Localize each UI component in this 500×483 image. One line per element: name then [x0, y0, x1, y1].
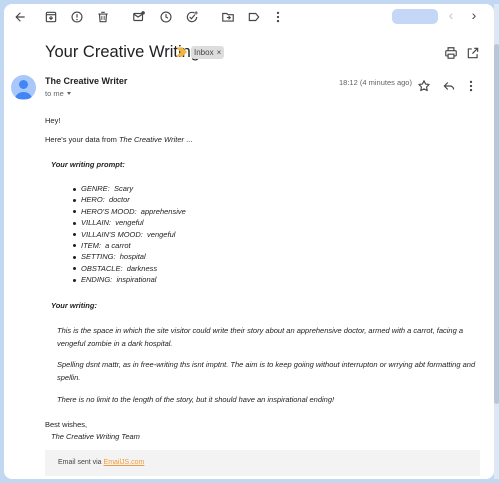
- sender-avatar[interactable]: [11, 75, 36, 100]
- add-task-icon[interactable]: [184, 9, 200, 25]
- prompt-item-label: ENDING:: [81, 275, 113, 285]
- prompt-item-label: GENRE:: [81, 184, 110, 193]
- pager-prev-icon[interactable]: ‹: [443, 7, 459, 23]
- back-arrow-icon[interactable]: [12, 9, 28, 25]
- prompt-item: HERO'S MOOD: apprehensive: [45, 206, 186, 217]
- writing-heading: Your writing:: [51, 301, 97, 310]
- prompt-item-label: HERO:: [81, 195, 105, 205]
- prompt-item: HERO: doctor: [45, 194, 186, 205]
- sender-name[interactable]: The Creative Writer: [45, 76, 127, 86]
- snooze-icon[interactable]: [158, 9, 174, 25]
- important-marker-icon[interactable]: [176, 47, 187, 57]
- prompt-item: GENRE: Scary: [45, 183, 186, 194]
- intro-line: Here's your data from The Creative Write…: [45, 135, 192, 144]
- emailjs-link[interactable]: EmailJS.com: [104, 459, 145, 466]
- prompt-item-value: inspirational: [116, 275, 157, 285]
- inbox-label: Inbox: [194, 48, 214, 57]
- subject-row: Your Creative Writing Inbox ×: [4, 38, 494, 66]
- inbox-label-chip[interactable]: Inbox ×: [191, 46, 225, 59]
- prompt-item: ITEM: a carrot: [45, 240, 186, 251]
- prompt-item-value: vengeful: [115, 218, 144, 228]
- prompt-item-label: VILLAIN:: [81, 218, 112, 228]
- prompt-item-value: vengeful: [147, 229, 176, 239]
- writing-para-1-line-1: This is the space in which the site visi…: [57, 326, 464, 335]
- recipient-details[interactable]: to me: [45, 89, 71, 98]
- intro-brand: The Creative Writer: [118, 135, 184, 144]
- email-time: 18:12 (4 minutes ago): [339, 78, 412, 87]
- writing-para-2-line-1: Spelling dsnt mattr, as in free-writing …: [57, 360, 476, 369]
- prompt-item-value: doctor: [108, 195, 130, 205]
- recipient-text: to me: [45, 89, 64, 98]
- reply-icon[interactable]: [442, 79, 456, 93]
- prompt-item: ENDING: inspirational: [45, 274, 186, 285]
- more-icon[interactable]: [270, 9, 286, 25]
- prompt-item: SETTING: hospital: [45, 251, 186, 262]
- scrollbar[interactable]: [494, 4, 499, 479]
- prompt-item-label: ITEM:: [81, 240, 101, 250]
- pager-next-icon[interactable]: ›: [466, 7, 482, 23]
- prompt-item-value: a carrot: [105, 240, 131, 250]
- label-icon[interactable]: [246, 9, 262, 25]
- message-more-icon[interactable]: [464, 79, 478, 93]
- remove-label-icon[interactable]: ×: [217, 48, 222, 57]
- email-window: ‹ › Your Creative Writing Inbox × The Cr…: [4, 4, 494, 479]
- prompt-item-label: HERO'S MOOD:: [81, 206, 137, 216]
- prompt-item-value: Scary: [113, 184, 134, 193]
- star-icon[interactable]: [417, 79, 431, 93]
- signoff: Best wishes,: [45, 420, 88, 429]
- prompt-heading: Your writing prompt:: [51, 160, 125, 169]
- prompt-list: GENRE: Scary HERO: doctor HERO'S MOOD: app…: [45, 183, 186, 286]
- open-new-window-icon[interactable]: [466, 46, 480, 60]
- toolbar: ‹ ›: [4, 4, 494, 30]
- print-icon[interactable]: [444, 46, 458, 60]
- footer-line: Email sent via EmailJS.com: [58, 459, 144, 466]
- chevron-down-icon: [66, 92, 71, 95]
- intro-suffix: ...: [183, 135, 193, 144]
- avatar-person-icon: [14, 80, 33, 99]
- prompt-item: OBSTACLE: darkness: [45, 263, 186, 274]
- prompt-item-value: apprehensive: [140, 206, 186, 216]
- prompt-item-value: darkness: [126, 263, 158, 273]
- prompt-item-label: OBSTACLE:: [81, 263, 123, 273]
- archive-icon[interactable]: [43, 9, 59, 25]
- footer-text: Email sent via: [58, 459, 104, 466]
- prompt-item: VILLAIN'S MOOD: vengeful: [45, 229, 186, 240]
- mark-unread-icon[interactable]: [131, 9, 147, 25]
- pager-count: [392, 9, 438, 24]
- writing-para-3: There is no limit to the length of the s…: [57, 395, 335, 404]
- signature: The Creative Writing Team: [51, 432, 140, 441]
- intro-text: Here's your data from: [45, 135, 119, 144]
- report-spam-icon[interactable]: [69, 9, 85, 25]
- prompt-item: VILLAIN: vengeful: [45, 217, 186, 228]
- prompt-item-label: SETTING:: [81, 252, 116, 262]
- prompt-item-value: hospital: [119, 252, 146, 262]
- email-footer: Email sent via EmailJS.com: [45, 450, 480, 476]
- scrollbar-thumb[interactable]: [494, 44, 499, 404]
- move-to-icon[interactable]: [220, 9, 236, 25]
- delete-icon[interactable]: [95, 9, 111, 25]
- prompt-item-label: VILLAIN'S MOOD:: [81, 229, 143, 239]
- writing-para-2-line-2: spellin.: [57, 373, 81, 382]
- greeting: Hey!: [45, 116, 61, 125]
- writing-para-1-line-2: vengeful zombie in a dark hospital.: [57, 339, 173, 348]
